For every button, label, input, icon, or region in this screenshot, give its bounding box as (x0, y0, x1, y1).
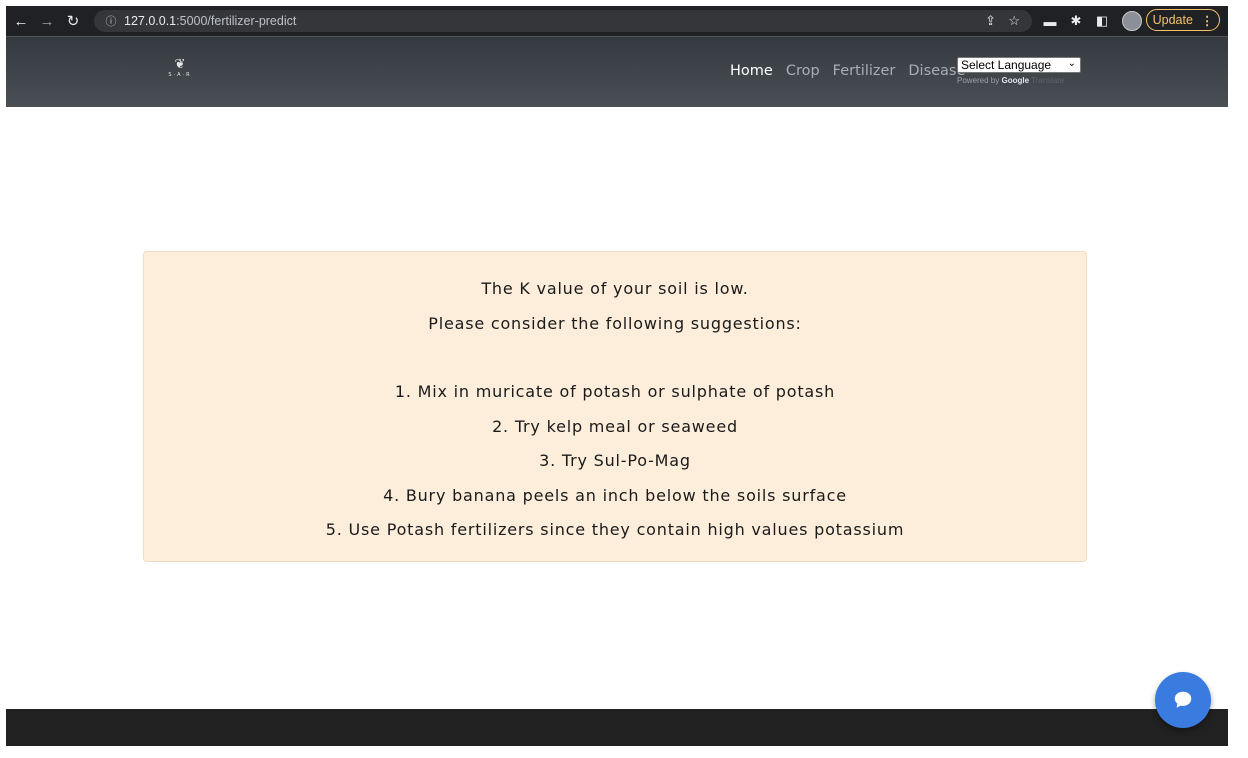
nav-link-crop[interactable]: Crop (786, 63, 820, 79)
url-host: 127.0.0.1 (124, 14, 177, 28)
share-icon[interactable]: ⇪ (985, 13, 996, 29)
forward-icon[interactable]: → (36, 10, 58, 32)
profile-avatar[interactable] (1122, 11, 1142, 31)
suggestion-item: 1. Mix in muricate of potash or sulphate… (394, 382, 836, 401)
chat-button[interactable] (1155, 672, 1211, 728)
back-icon[interactable]: ← (10, 10, 32, 32)
puzzle-extensions-icon[interactable]: ✱ (1068, 13, 1084, 29)
leaf-logo-icon: ❦ (174, 57, 186, 72)
update-button[interactable]: Update ⋮ (1146, 9, 1220, 31)
suggestion-item: 4. Bury banana peels an inch below the s… (383, 486, 847, 505)
language-select-value: Select Language (961, 58, 1052, 72)
site-footer (6, 709, 1228, 746)
bookmark-star-icon[interactable]: ☆ (1008, 13, 1020, 29)
chevron-down-icon: ⌄ (1067, 58, 1076, 69)
google-translate-widget: Select Language ⌄ Powered by Google Tran… (957, 57, 1081, 85)
nav-link-fertilizer[interactable]: Fertilizer (833, 63, 896, 79)
suggestion-item: 3. Try Sul-Po-Mag (539, 451, 691, 470)
chat-bubble-icon (1174, 691, 1192, 708)
url-path: :5000/fertilizer-predict (176, 14, 297, 28)
side-panel-icon[interactable]: ◧ (1094, 13, 1110, 29)
suggestion-item: 2. Try kelp meal or seaweed (492, 417, 738, 436)
update-label: Update (1152, 13, 1193, 27)
nav-links: Home Crop Fertilizer Disease (730, 63, 965, 79)
powered-by-google: Powered by Google Translate (957, 76, 1081, 85)
powered-by-text: Powered by (957, 76, 1000, 85)
url-text[interactable]: 127.0.0.1:5000/fertilizer-predict (124, 14, 296, 28)
result-subheading: Please consider the following suggestion… (428, 314, 802, 333)
language-select[interactable]: Select Language ⌄ (957, 57, 1081, 73)
browser-toolbar: ← → ↻ ⓘ 127.0.0.1:5000/fertilizer-predic… (6, 6, 1228, 36)
kebab-menu-icon[interactable]: ⋮ (1201, 13, 1214, 28)
site-logo[interactable]: ❦ S·A·R (160, 57, 200, 83)
site-info-icon[interactable]: ⓘ (104, 14, 118, 28)
nav-link-home[interactable]: Home (730, 63, 773, 79)
fertilizer-result-card: The K value of your soil is low. Please … (143, 251, 1087, 562)
google-logo-text: Google (1001, 76, 1030, 85)
address-bar[interactable]: ⓘ 127.0.0.1:5000/fertilizer-predict ⇪ ☆ (94, 10, 1032, 32)
result-heading: The K value of your soil is low. (481, 279, 749, 298)
translate-link[interactable]: Translate (1031, 76, 1064, 85)
extension-icon[interactable]: ▬ (1042, 13, 1058, 29)
logo-text: S·A·R (168, 72, 192, 78)
browser-window: ← → ↻ ⓘ 127.0.0.1:5000/fertilizer-predic… (6, 6, 1228, 746)
site-navbar: ❦ S·A·R Home Crop Fertilizer Disease Sel… (6, 36, 1228, 107)
suggestion-item: 5. Use Potash fertilizers since they con… (325, 520, 905, 539)
reload-icon[interactable]: ↻ (62, 10, 84, 32)
